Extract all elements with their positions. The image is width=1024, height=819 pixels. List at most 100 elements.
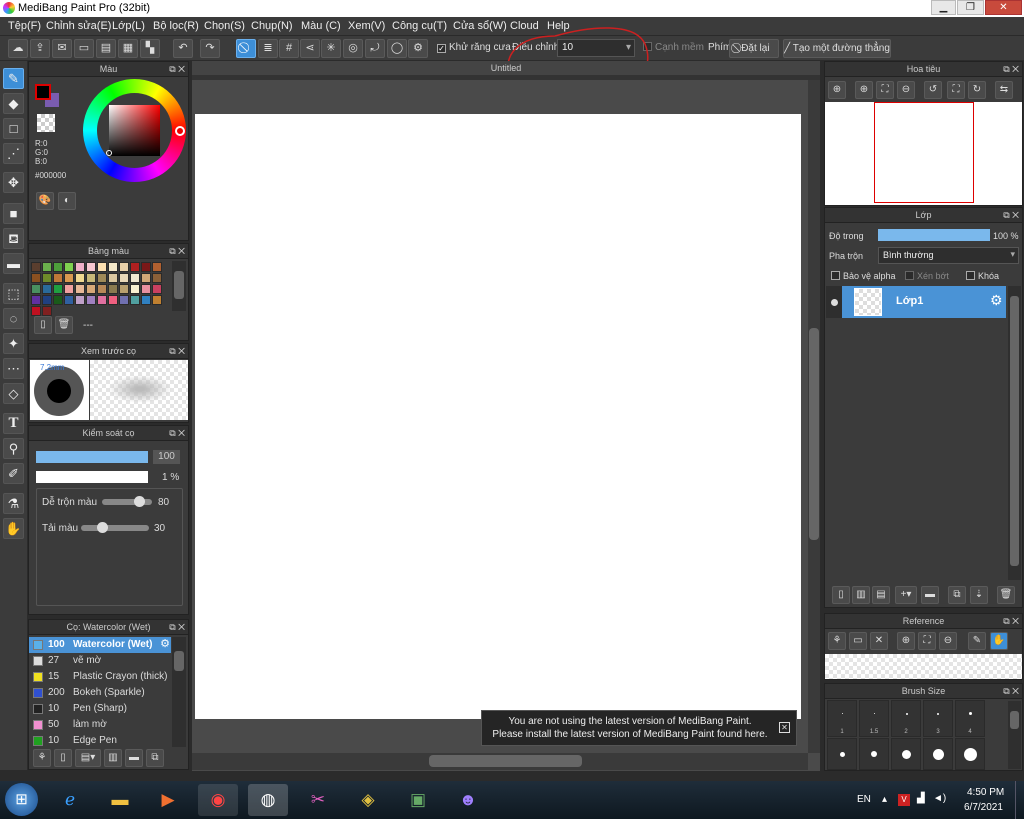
palette-swatch[interactable]: [97, 262, 107, 272]
color-mix-icon[interactable]: ◐: [58, 192, 76, 210]
new-brush-icon[interactable]: ▯: [54, 749, 72, 767]
clock-date[interactable]: 6/7/2021: [964, 802, 1003, 813]
palette-swatch[interactable]: [86, 273, 96, 283]
layer-opacity-slider[interactable]: [878, 229, 990, 241]
size-preset[interactable]: [891, 738, 921, 770]
palette-swatch[interactable]: [31, 284, 41, 294]
snipping-icon[interactable]: ✂: [298, 784, 338, 816]
palette-swatch[interactable]: [42, 284, 52, 294]
palette-swatch[interactable]: [130, 273, 140, 283]
palette-scrollbar[interactable]: [172, 261, 186, 311]
medibang-icon[interactable]: ◍: [248, 784, 288, 816]
ref-hand-icon[interactable]: ✋: [990, 632, 1008, 650]
brush-add-icon[interactable]: ⚘: [33, 749, 51, 767]
size-preset[interactable]: 2: [891, 700, 921, 737]
lock-checkbox[interactable]: Khóa: [966, 271, 999, 281]
recorder-icon[interactable]: ▣: [398, 784, 438, 816]
rotate-right-icon[interactable]: ↻: [968, 81, 986, 99]
palette-swatch[interactable]: [64, 284, 74, 294]
fit-icon[interactable]: ⛶: [876, 81, 894, 99]
palette-swatch[interactable]: [130, 262, 140, 272]
reset-button[interactable]: ⃠ Đặt lại: [729, 39, 779, 58]
navigator-preview[interactable]: [825, 102, 1022, 205]
blend-slider-knob[interactable]: [134, 496, 145, 507]
close-button[interactable]: ✕: [985, 0, 1022, 15]
palette-swatch[interactable]: [119, 262, 129, 272]
reload-slider-knob[interactable]: [97, 522, 108, 533]
language-indicator[interactable]: EN: [857, 794, 871, 805]
gear-icon[interactable]: ⚙: [160, 637, 170, 650]
rotate-left-icon[interactable]: ↺: [924, 81, 942, 99]
gradient-tool-icon[interactable]: ▬: [3, 253, 24, 274]
grid-snap-icon[interactable]: #: [279, 39, 299, 58]
eraser-tool-icon[interactable]: ◆: [3, 93, 24, 114]
ref-zoom-out-icon[interactable]: ⊖: [939, 632, 957, 650]
panel-buttons[interactable]: ⧉ ✕: [1003, 62, 1019, 76]
panel-buttons[interactable]: ⧉ ✕: [169, 62, 185, 76]
size-value[interactable]: 100: [153, 450, 180, 464]
trash-icon[interactable]: 🗑: [55, 316, 73, 334]
maximize-button[interactable]: ❐: [957, 0, 984, 15]
menu-color[interactable]: Màu (C): [301, 20, 341, 32]
color-cursor[interactable]: [106, 150, 112, 156]
tray-expand-icon[interactable]: ▴: [882, 794, 887, 805]
merge-layer-icon[interactable]: ⇣: [970, 586, 988, 604]
brush-list-item[interactable]: 10 Pen (Sharp): [29, 701, 171, 717]
zoom-in-2-icon[interactable]: ⊕: [855, 81, 873, 99]
menu-filter[interactable]: Bộ lọc(R): [153, 20, 199, 32]
size-preset[interactable]: 4: [955, 700, 985, 737]
palette-swatch[interactable]: [64, 273, 74, 283]
flip-icon[interactable]: ⇆: [995, 81, 1013, 99]
fill-rect-tool-icon[interactable]: ■: [3, 203, 24, 224]
palette-swatch[interactable]: [152, 273, 162, 283]
palette-swatch[interactable]: [31, 295, 41, 305]
bucket-tool-icon[interactable]: ⛾: [3, 228, 24, 249]
radial-snap-icon[interactable]: ⋖: [300, 39, 320, 58]
duplicate-layer-icon[interactable]: ⧉: [948, 586, 966, 604]
delete-layer-icon[interactable]: 🗑: [997, 586, 1015, 604]
palette-swatch[interactable]: [42, 306, 52, 316]
menu-layer[interactable]: Lớp(L): [112, 20, 145, 32]
new-page-icon[interactable]: ▯: [34, 316, 52, 334]
character-app-icon[interactable]: ☻: [448, 784, 488, 816]
palette-swatch[interactable]: [31, 306, 41, 316]
protect-alpha-checkbox[interactable]: Bảo vệ alpha: [831, 271, 896, 281]
ref-close-icon[interactable]: ✕: [870, 632, 888, 650]
palette-swatch[interactable]: [75, 262, 85, 272]
ref-fit-icon[interactable]: ⛶: [918, 632, 936, 650]
palette-swatch[interactable]: [86, 284, 96, 294]
palette-swatch[interactable]: [108, 284, 118, 294]
reload-slider[interactable]: [81, 522, 149, 533]
palette-swatch[interactable]: [141, 273, 151, 283]
palette-swatch[interactable]: [97, 295, 107, 305]
layer-row[interactable]: Lớp1 ⚙: [826, 286, 1006, 318]
clock-time[interactable]: 4:50 PM: [967, 787, 1004, 798]
ie-icon[interactable]: ℯ: [50, 784, 90, 816]
panel-buttons[interactable]: ⧉ ✕: [1003, 614, 1019, 628]
hand-tool-icon[interactable]: ✋: [3, 518, 24, 539]
menu-tools[interactable]: Công cụ(T): [392, 20, 447, 32]
share-icon[interactable]: ⇪: [30, 39, 50, 58]
brush-menu-icon[interactable]: ▤▾: [75, 749, 101, 767]
layer-add-menu-icon[interactable]: +▾: [895, 586, 917, 604]
duplicate-icon[interactable]: ⧉: [146, 749, 164, 767]
canvas-vscroll-thumb[interactable]: [809, 328, 819, 540]
panel-buttons[interactable]: ⧉ ✕: [169, 244, 185, 258]
palette-swatch[interactable]: [53, 262, 63, 272]
select-pen-icon[interactable]: ⋯: [3, 358, 24, 379]
palette-swatch[interactable]: [42, 295, 52, 305]
brush-list-item[interactable]: 27 vẽ mờ: [29, 653, 171, 669]
palette-swatch[interactable]: [108, 273, 118, 283]
palette-swatch[interactable]: [108, 262, 118, 272]
new-layer-icon[interactable]: ▯: [832, 586, 850, 604]
brush-size-scrollbar[interactable]: [1008, 701, 1021, 769]
move-tool-icon[interactable]: ✥: [3, 172, 24, 193]
ref-open-icon[interactable]: ▭: [849, 632, 867, 650]
divide-tool-icon[interactable]: ✐: [3, 463, 24, 484]
select-rect-icon[interactable]: ⬚: [3, 283, 24, 304]
palette-swatch[interactable]: [130, 284, 140, 294]
palette-swatch[interactable]: [31, 273, 41, 283]
ref-eyedropper-icon[interactable]: ✎: [968, 632, 986, 650]
lasso-tool-icon[interactable]: ◌: [3, 308, 24, 329]
palette-swatch[interactable]: [53, 295, 63, 305]
